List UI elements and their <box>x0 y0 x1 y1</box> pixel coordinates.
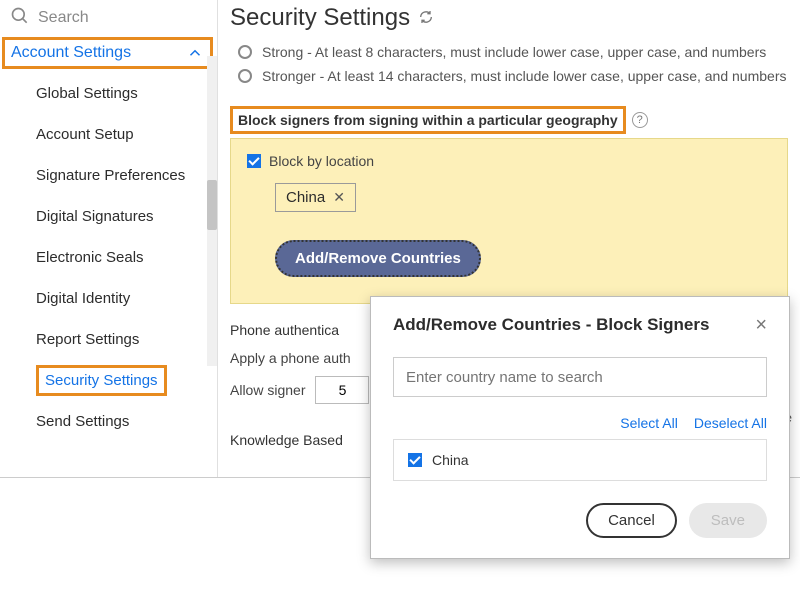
country-row-china[interactable]: China <box>408 452 752 468</box>
sidebar: Search Account Settings Global Settings … <box>0 0 218 477</box>
add-remove-countries-modal: Add/Remove Countries - Block Signers × S… <box>370 296 790 559</box>
country-list: China <box>393 439 767 481</box>
sidebar-item-signature-preferences[interactable]: Signature Preferences <box>0 155 217 196</box>
block-heading: Block signers from signing within a part… <box>230 106 626 134</box>
radio-stronger[interactable]: Stronger - At least 14 characters, must … <box>230 64 788 88</box>
sidebar-item-electronic-seals[interactable]: Electronic Seals <box>0 237 217 278</box>
accordion-account-settings[interactable]: Account Settings <box>2 37 213 69</box>
radio-stronger-label: Stronger - At least 14 characters, must … <box>262 68 787 84</box>
accordion-label: Account Settings <box>11 44 131 62</box>
cancel-button[interactable]: Cancel <box>586 503 677 538</box>
chip-label: China <box>286 189 325 206</box>
block-heading-row: Block signers from signing within a part… <box>230 106 788 134</box>
chip-china[interactable]: China ✕ <box>275 183 356 212</box>
country-search-input[interactable] <box>393 357 767 397</box>
checkbox-checked-icon <box>408 453 422 467</box>
close-icon[interactable]: × <box>755 315 767 335</box>
search-icon <box>10 6 30 29</box>
radio-icon <box>238 45 252 59</box>
allow-signer-label: Allow signer <box>230 382 305 398</box>
search-placeholder: Search <box>38 9 89 27</box>
sidebar-item-send-settings[interactable]: Send Settings <box>0 401 217 442</box>
modal-title: Add/Remove Countries - Block Signers <box>393 315 709 335</box>
search-row[interactable]: Search <box>0 0 217 35</box>
help-icon[interactable]: ? <box>632 112 648 128</box>
page-title: Security Settings <box>230 0 788 40</box>
block-by-location-label: Block by location <box>269 153 374 169</box>
sidebar-item-security-settings[interactable]: Security Settings <box>0 360 217 401</box>
radio-icon <box>238 69 252 83</box>
scrollbar-thumb[interactable] <box>207 180 217 230</box>
sidebar-item-digital-identity[interactable]: Digital Identity <box>0 278 217 319</box>
save-button: Save <box>689 503 767 538</box>
radio-strong-label: Strong - At least 8 characters, must inc… <box>262 44 766 60</box>
sidebar-item-account-setup[interactable]: Account Setup <box>0 114 217 155</box>
select-all-link[interactable]: Select All <box>620 415 678 431</box>
sidebar-item-global-settings[interactable]: Global Settings <box>0 73 217 114</box>
sidebar-item-digital-signatures[interactable]: Digital Signatures <box>0 196 217 237</box>
deselect-all-link[interactable]: Deselect All <box>694 415 767 431</box>
checkbox-checked-icon <box>247 154 261 168</box>
chevron-up-icon <box>186 44 204 62</box>
chip-area: China ✕ <box>275 183 771 212</box>
nav-list: Global Settings Account Setup Signature … <box>0 73 217 442</box>
allow-signer-input[interactable] <box>315 376 369 404</box>
checkbox-block-by-location[interactable]: Block by location <box>247 153 771 169</box>
refresh-icon[interactable] <box>418 4 434 32</box>
block-panel: Block by location China ✕ Add/Remove Cou… <box>230 138 788 304</box>
country-label: China <box>432 452 469 468</box>
add-remove-countries-button[interactable]: Add/Remove Countries <box>275 240 481 277</box>
close-icon[interactable]: ✕ <box>333 189 345 206</box>
sidebar-item-report-settings[interactable]: Report Settings <box>0 319 217 360</box>
radio-strong[interactable]: Strong - At least 8 characters, must inc… <box>230 40 788 64</box>
